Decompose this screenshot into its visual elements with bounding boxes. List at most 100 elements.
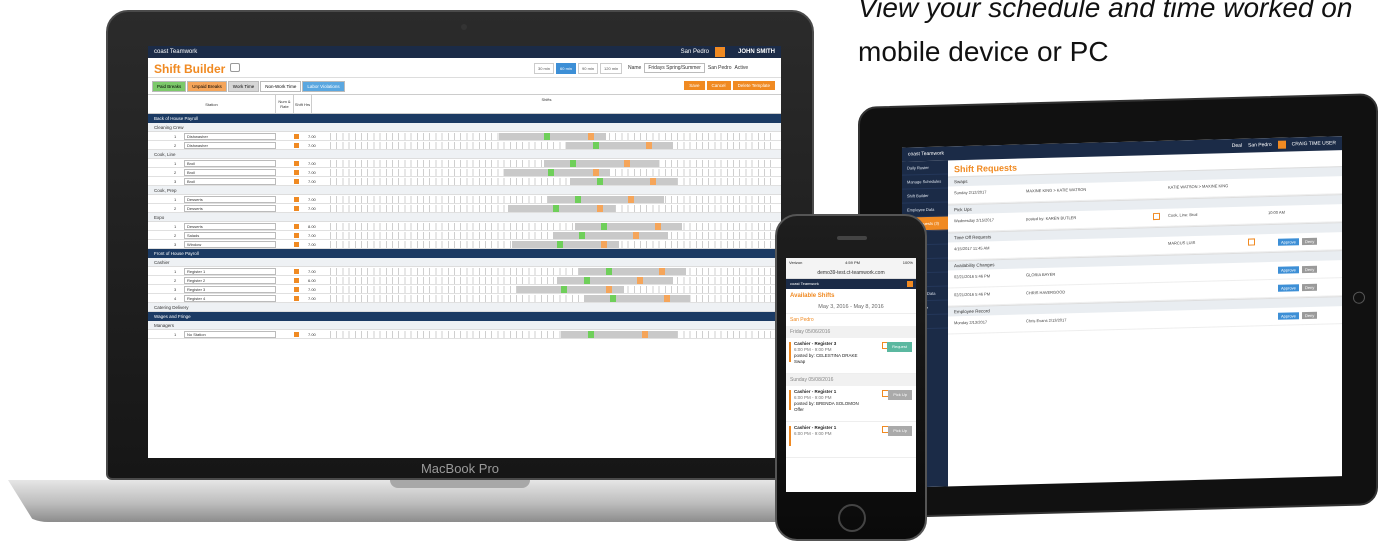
rate-flag-icon[interactable] bbox=[294, 242, 299, 247]
shift-timeline[interactable] bbox=[330, 169, 775, 176]
paid-break[interactable] bbox=[561, 286, 568, 293]
save-button[interactable]: Save bbox=[684, 81, 705, 90]
station-select[interactable]: Broil bbox=[184, 160, 276, 167]
shift-timeline[interactable] bbox=[330, 268, 775, 275]
shift-timeline[interactable] bbox=[330, 178, 775, 185]
paid-break[interactable] bbox=[579, 232, 586, 239]
station-select[interactable]: Dishwasher bbox=[184, 133, 276, 140]
unpaid-break[interactable] bbox=[645, 142, 652, 149]
paid-break[interactable] bbox=[548, 169, 555, 176]
rate-flag-icon[interactable] bbox=[294, 269, 299, 274]
sidebar-item[interactable]: Manage Schedules bbox=[902, 174, 948, 190]
unpaid-break[interactable] bbox=[637, 277, 644, 284]
interval-60[interactable]: 60 min bbox=[556, 63, 577, 74]
date-range-selector[interactable]: May 3, 2016 - May 8, 2016 bbox=[786, 301, 916, 314]
deny-button[interactable]: Deny bbox=[1302, 283, 1318, 292]
shift-timeline[interactable] bbox=[330, 223, 775, 230]
unpaid-break[interactable] bbox=[605, 286, 612, 293]
paid-break[interactable] bbox=[543, 133, 550, 140]
paid-break[interactable] bbox=[574, 196, 581, 203]
rate-flag-icon[interactable] bbox=[294, 206, 299, 211]
location-selector[interactable]: San Pedro bbox=[681, 46, 709, 58]
unpaid-break[interactable] bbox=[623, 160, 630, 167]
shift-timeline[interactable] bbox=[330, 331, 775, 338]
interval-30[interactable]: 30 min bbox=[534, 63, 555, 74]
url-bar[interactable]: demo39-test.ct-teamwork.com bbox=[786, 267, 916, 279]
unpaid-break[interactable] bbox=[659, 268, 666, 275]
shift-bar[interactable] bbox=[583, 295, 691, 302]
shift-bar[interactable] bbox=[552, 232, 669, 239]
shift-timeline[interactable] bbox=[330, 232, 775, 239]
station-select[interactable]: Register 2 bbox=[184, 277, 276, 284]
station-select[interactable]: Register 3 bbox=[184, 286, 276, 293]
day-header[interactable]: Sunday 05/08/2016 bbox=[786, 374, 916, 386]
approve-button[interactable]: Approve bbox=[1278, 238, 1299, 246]
rate-flag-icon[interactable] bbox=[294, 278, 299, 283]
station-select[interactable]: Broil bbox=[184, 178, 276, 185]
station-select[interactable]: Dishwasher bbox=[184, 142, 276, 149]
shift-timeline[interactable] bbox=[330, 241, 775, 248]
paid-break[interactable] bbox=[597, 178, 603, 185]
shift-bar[interactable] bbox=[556, 277, 673, 284]
shift-bar[interactable] bbox=[565, 142, 673, 149]
location-selector[interactable]: San Pedro bbox=[1248, 138, 1272, 153]
deal-link[interactable]: Deal bbox=[1232, 139, 1242, 153]
shift-bar[interactable] bbox=[579, 268, 686, 275]
station-select[interactable]: No Station bbox=[184, 331, 276, 338]
comment-icon[interactable] bbox=[1248, 238, 1255, 246]
group-header[interactable]: Catering Delivery bbox=[148, 303, 781, 312]
unpaid-break[interactable] bbox=[663, 295, 670, 302]
group-header[interactable]: Cook, Prep bbox=[148, 186, 781, 195]
delete-template-button[interactable]: Delete Template bbox=[732, 81, 775, 90]
home-button-icon[interactable] bbox=[838, 504, 866, 532]
paid-break[interactable] bbox=[588, 331, 595, 338]
interval-90[interactable]: 90 min bbox=[578, 63, 599, 74]
day-header[interactable]: Friday 05/06/2016 bbox=[786, 326, 916, 338]
template-name-input[interactable]: Fridays Spring/Summer bbox=[644, 63, 705, 73]
shift-bar[interactable] bbox=[561, 331, 678, 338]
approve-button[interactable]: Approve bbox=[1278, 312, 1299, 320]
shift-timeline[interactable] bbox=[330, 277, 775, 284]
pick-up-button[interactable]: Pick Up bbox=[888, 426, 912, 436]
paid-break[interactable] bbox=[583, 277, 590, 284]
section-header[interactable]: Wages and Fringe bbox=[148, 312, 781, 321]
unpaid-break[interactable] bbox=[654, 223, 661, 230]
group-header[interactable]: Expo bbox=[148, 213, 781, 222]
rate-flag-icon[interactable] bbox=[294, 134, 299, 139]
paid-break[interactable] bbox=[592, 142, 599, 149]
rate-flag-icon[interactable] bbox=[294, 332, 299, 337]
comment-icon[interactable] bbox=[1153, 212, 1160, 221]
shift-bar[interactable] bbox=[548, 196, 664, 203]
rate-flag-icon[interactable] bbox=[294, 224, 299, 229]
group-header[interactable]: Cleaning Crew bbox=[148, 123, 781, 132]
approve-button[interactable]: Approve bbox=[1278, 284, 1299, 292]
comment-icon[interactable] bbox=[230, 63, 240, 72]
station-select[interactable]: Window bbox=[184, 241, 276, 248]
cancel-button[interactable]: Cancel bbox=[706, 81, 731, 90]
paid-break[interactable] bbox=[570, 160, 577, 167]
unpaid-break[interactable] bbox=[592, 169, 599, 176]
unpaid-break[interactable] bbox=[588, 133, 595, 140]
station-select[interactable]: Desserts bbox=[184, 223, 276, 230]
unpaid-break[interactable] bbox=[632, 232, 639, 239]
shift-timeline[interactable] bbox=[330, 160, 775, 167]
unpaid-break[interactable] bbox=[641, 331, 648, 338]
shift-timeline[interactable] bbox=[330, 295, 775, 302]
paid-break[interactable] bbox=[556, 241, 563, 248]
approve-button[interactable]: Approve bbox=[1278, 266, 1299, 274]
rate-flag-icon[interactable] bbox=[294, 179, 299, 184]
rate-flag-icon[interactable] bbox=[294, 287, 299, 292]
sidebar-item[interactable]: Daily Roster bbox=[902, 160, 948, 176]
station-select[interactable]: Register 1 bbox=[184, 268, 276, 275]
unpaid-break[interactable] bbox=[628, 196, 635, 203]
unpaid-break[interactable] bbox=[597, 205, 603, 212]
shift-timeline[interactable] bbox=[330, 133, 775, 140]
shift-bar[interactable] bbox=[570, 178, 678, 185]
rate-flag-icon[interactable] bbox=[294, 170, 299, 175]
unpaid-break[interactable] bbox=[650, 178, 657, 185]
sidebar-item[interactable]: Shift Builder bbox=[902, 188, 948, 204]
station-select[interactable]: Desserts bbox=[184, 205, 276, 212]
rate-flag-icon[interactable] bbox=[294, 197, 299, 202]
rate-flag-icon[interactable] bbox=[294, 161, 299, 166]
station-select[interactable]: Desserts bbox=[184, 196, 276, 203]
